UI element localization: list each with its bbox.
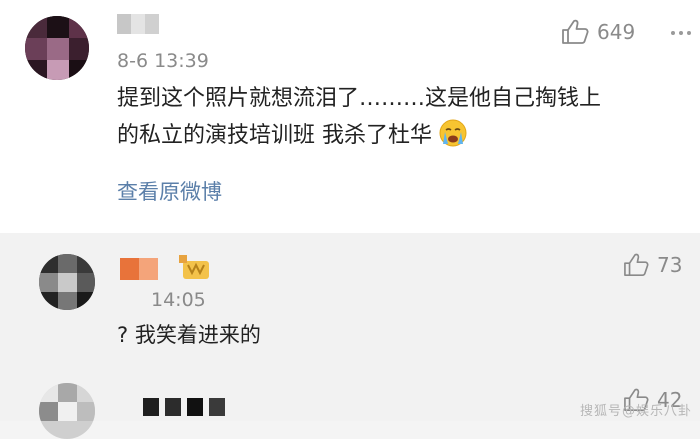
avatar-pixel (77, 273, 95, 292)
avatar-pixel (39, 402, 58, 421)
watermark: 搜狐号@娱乐八卦 (579, 404, 692, 419)
username-pixel (139, 258, 158, 280)
avatar-pixel (39, 383, 58, 402)
view-original-link[interactable]: 查看原微博 (117, 176, 222, 206)
reply-username-blurred[interactable] (143, 398, 239, 416)
comment-time: 8-6 13:39 (117, 50, 209, 72)
avatar-pixel (58, 292, 77, 310)
avatar-pixel (58, 383, 77, 402)
main-comment: 8-6 13:39 649 提到这个照片就想流泪了………这是他自己掏钱上 的私立… (0, 0, 700, 233)
username-pixel (187, 398, 203, 416)
user-avatar[interactable] (25, 16, 89, 80)
reply-avatar[interactable] (39, 254, 95, 310)
username-pixel (209, 398, 225, 416)
reply-list: 14:05 73 ? 我笑着进来的 42 搜狐号@娱乐八卦 (0, 233, 700, 439)
avatar-pixel (47, 16, 69, 38)
avatar-pixel (69, 38, 89, 60)
username-pixel (143, 398, 159, 416)
more-options-icon[interactable] (670, 22, 692, 44)
reply-like-button[interactable]: 73 (623, 253, 682, 277)
avatar-pixel (39, 292, 58, 310)
avatar-pixel (77, 383, 95, 402)
avatar-pixel (39, 254, 58, 273)
username-pixel (145, 14, 159, 34)
comment-text: 的私立的演技培训班 我杀了杜华 (117, 123, 432, 148)
avatar-pixel (69, 16, 89, 38)
username-pixel (131, 14, 145, 34)
reply-time: 14:05 (151, 289, 206, 311)
avatar-pixel (69, 60, 89, 80)
avatar-pixel (39, 273, 58, 292)
avatar-pixel (25, 38, 47, 60)
username-pixel (117, 14, 131, 34)
comment-text-line2: 的私立的演技培训班 我杀了杜华 (117, 117, 601, 154)
username-pixel (120, 258, 139, 280)
avatar-pixel (58, 273, 77, 292)
avatar-pixel (77, 292, 95, 310)
vip-badge-icon (179, 255, 209, 279)
comment-text-line1: 提到这个照片就想流泪了………这是他自己掏钱上 (117, 86, 602, 111)
avatar-pixel (47, 60, 69, 80)
avatar-pixel (58, 254, 77, 273)
reply-like-count: 73 (657, 253, 683, 277)
avatar-pixel (77, 402, 95, 421)
username-blurred[interactable] (117, 14, 159, 34)
avatar-pixel (58, 402, 77, 421)
crying-emoji-icon (439, 119, 467, 147)
like-button[interactable]: 649 (561, 19, 635, 45)
thumbs-up-icon (624, 253, 649, 276)
avatar-pixel (47, 38, 69, 60)
reply-avatar[interactable] (39, 383, 95, 439)
reply-username-blurred[interactable] (120, 258, 158, 280)
comment-content: 提到这个照片就想流泪了………这是他自己掏钱上 的私立的演技培训班 我杀了杜华 (117, 80, 601, 154)
like-count: 649 (597, 20, 636, 44)
username-pixel (165, 398, 181, 416)
avatar-pixel (77, 254, 95, 273)
avatar-pixel (25, 60, 47, 80)
thumbs-up-icon (562, 19, 589, 44)
reply-content: ? 我笑着进来的 (117, 323, 261, 347)
avatar-pixel (25, 16, 47, 38)
